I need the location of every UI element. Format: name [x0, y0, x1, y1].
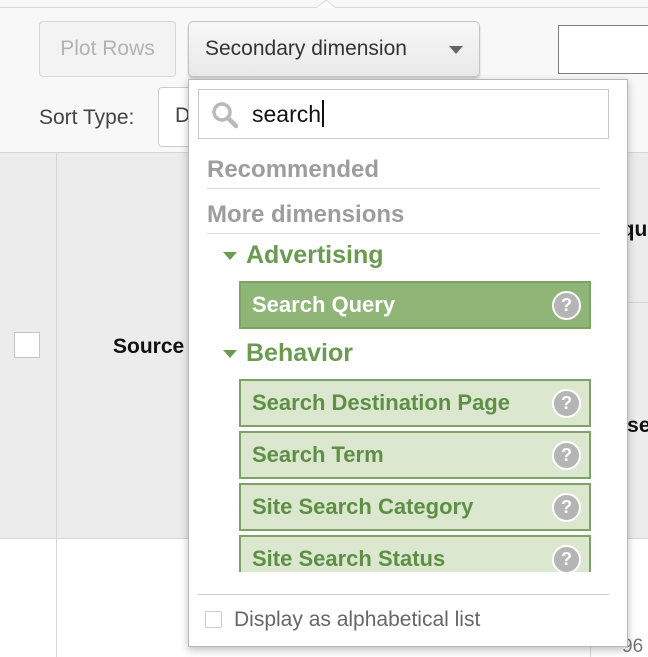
alphabetical-list-checkbox[interactable] [205, 611, 222, 628]
search-icon [212, 102, 239, 129]
help-icon[interactable]: ? [552, 545, 581, 572]
divider [207, 188, 600, 189]
text-cursor [322, 100, 325, 127]
search-input[interactable]: search [198, 89, 609, 139]
option-label: Search Query [252, 292, 396, 317]
option-search-destination-page[interactable]: Search Destination Page ? [239, 379, 591, 427]
option-site-search-category[interactable]: Site Search Category ? [239, 483, 591, 531]
column-header-source[interactable]: Source [113, 335, 184, 359]
alphabetical-list-label[interactable]: Display as alphabetical list [234, 608, 480, 632]
divider [198, 594, 609, 595]
report-view: Plot Rows Secondary dimension Sort Type:… [0, 0, 648, 657]
filter-input[interactable] [558, 25, 648, 74]
caret-down-icon [223, 251, 237, 260]
divider [56, 152, 57, 657]
option-label: Site Search Category [252, 494, 474, 519]
select-all-checkbox[interactable] [14, 332, 40, 358]
help-icon[interactable]: ? [552, 493, 581, 522]
option-label: Search Term [252, 442, 384, 467]
section-more-dimensions[interactable]: More dimensions [207, 201, 404, 229]
group-behavior[interactable]: Behavior [223, 339, 353, 368]
section-recommended[interactable]: Recommended [207, 156, 379, 184]
chevron-down-icon [449, 46, 463, 54]
secondary-dimension-label: Secondary dimension [205, 37, 407, 60]
dimension-list[interactable]: Search Query ? Behavior Search Destinati… [189, 275, 629, 572]
caret-down-icon [223, 349, 237, 358]
group-advertising[interactable]: Advertising [223, 241, 384, 270]
help-icon[interactable]: ? [552, 389, 581, 418]
plot-rows-button[interactable]: Plot Rows [39, 21, 176, 77]
caret-notch-icon [316, 0, 336, 9]
help-icon[interactable]: ? [552, 441, 581, 470]
option-site-search-status[interactable]: Site Search Status ? [239, 535, 591, 572]
divider [207, 233, 600, 234]
sort-type-label: Sort Type: [39, 106, 135, 129]
option-search-query[interactable]: Search Query ? [239, 281, 591, 329]
option-search-term[interactable]: Search Term ? [239, 431, 591, 479]
secondary-dimension-dropdown: search Recommended More dimensions Adver… [188, 79, 628, 647]
option-label: Site Search Status [252, 546, 446, 571]
group-label: Behavior [246, 339, 353, 367]
group-label: Advertising [246, 241, 384, 269]
help-icon[interactable]: ? [552, 291, 581, 320]
secondary-dimension-button[interactable]: Secondary dimension [188, 21, 480, 77]
search-value: search [252, 101, 322, 127]
option-label: Search Destination Page [252, 390, 510, 415]
